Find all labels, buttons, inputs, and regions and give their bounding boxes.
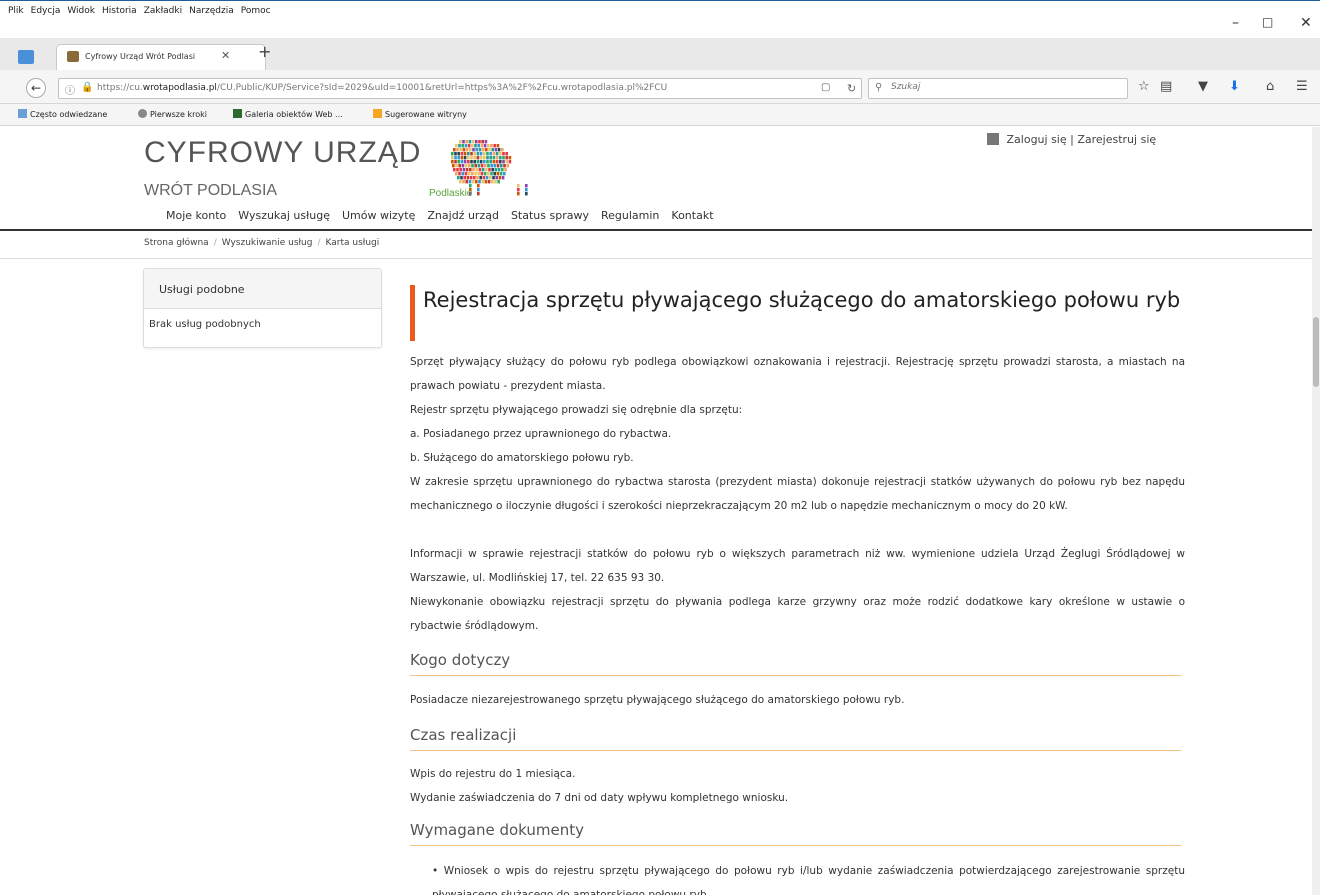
intro-paragraph: b. Służącego do amatorskiego połowu ryb. xyxy=(410,452,634,464)
site-logo-subtitle: WRÓT PODLASIA xyxy=(144,182,278,199)
bookmark-star-icon[interactable]: ☆ xyxy=(1138,79,1150,94)
hamburger-menu-icon[interactable]: ☰ xyxy=(1296,79,1308,94)
search-icon: ⚲ xyxy=(875,82,883,93)
tab-list-icon[interactable] xyxy=(18,50,34,64)
intro-paragraph: a. Posiadanego przez uprawnionego do ryb… xyxy=(410,428,672,440)
url-bar[interactable]: ⓘ 🔒 https://cu.wrotapodlasia.pl/CU.Publi… xyxy=(58,78,862,99)
similar-services-panel: Usługi podobne Brak usług podobnych xyxy=(143,268,382,348)
new-tab-icon[interactable]: + xyxy=(258,42,271,61)
tab-bar: Cyfrowy Urząd Wrót Podlasi ✕ xyxy=(0,38,1320,70)
title-accent-bar xyxy=(410,285,415,341)
menu-list: Plik Edycja Widok Historia Zakładki Narz… xyxy=(8,6,271,16)
login-link[interactable]: Zaloguj się xyxy=(1007,133,1067,146)
clipboard-icon[interactable]: ▤ xyxy=(1160,79,1172,94)
panel-title: Usługi podobne xyxy=(144,269,381,309)
menu-history[interactable]: Historia xyxy=(102,6,137,16)
section-text: Wydanie zaświadczenia do 7 dni od daty w… xyxy=(410,792,789,804)
section-text: Posiadacze niezarejestrowanego sprzętu p… xyxy=(410,694,905,706)
site-logo-title[interactable]: CYFROWY URZĄD xyxy=(144,136,421,170)
lock-icon: 🔒 xyxy=(81,82,94,93)
favicon-icon xyxy=(67,51,79,62)
search-bar[interactable]: ⚲ xyxy=(868,78,1128,99)
close-window-icon[interactable]: ✕ xyxy=(1300,15,1312,31)
pocket-icon[interactable]: ▼ xyxy=(1198,79,1208,94)
back-icon[interactable]: ← xyxy=(26,78,46,98)
home-icon[interactable]: ⌂ xyxy=(1266,79,1274,94)
auth-links: Zaloguj się | Zarejestruj się xyxy=(987,133,1156,146)
nav-contact[interactable]: Kontakt xyxy=(671,209,713,222)
tab-title: Cyfrowy Urząd Wrót Podlasi xyxy=(85,52,196,61)
bookmark-item[interactable]: Pierwsze kroki xyxy=(138,109,207,119)
info-icon[interactable]: ⓘ xyxy=(65,82,75,97)
nav-search-service[interactable]: Wyszukaj usługę xyxy=(238,209,330,222)
user-icon xyxy=(987,133,999,145)
register-link[interactable]: Zarejestruj się xyxy=(1077,133,1156,146)
tab-close-icon[interactable]: ✕ xyxy=(221,49,230,62)
menu-edit[interactable]: Edycja xyxy=(31,6,61,16)
tab-active[interactable]: Cyfrowy Urząd Wrót Podlasi ✕ xyxy=(56,44,266,70)
bookmarks-bar: Często odwiedzane Pierwsze kroki Galeria… xyxy=(0,104,1320,126)
firefox-icon xyxy=(138,109,147,118)
section-heading: Kogo dotyczy xyxy=(410,651,1181,676)
intro-paragraph: Niewykonanie obowiązku rejestracji sprzę… xyxy=(410,596,1185,632)
header-divider xyxy=(0,229,1312,231)
intro-paragraph: Informacji w sprawie rejestracji statków… xyxy=(410,548,1185,584)
bookmark-item[interactable]: Często odwiedzane xyxy=(18,109,107,119)
search-input[interactable] xyxy=(891,82,1111,92)
menu-bar: Plik Edycja Widok Historia Zakładki Narz… xyxy=(0,0,1320,38)
nav-book-visit[interactable]: Umów wizytę xyxy=(342,209,415,222)
breadcrumb-search[interactable]: Wyszukiwanie usług xyxy=(222,238,313,248)
section-heading: Wymagane dokumenty xyxy=(410,821,1181,846)
intro-paragraph: W zakresie sprzętu uprawnionego do rybac… xyxy=(410,476,1185,512)
gallery-icon xyxy=(233,109,242,118)
bookmark-item[interactable]: Galeria obiektów Web ... xyxy=(233,109,343,119)
breadcrumb-divider xyxy=(0,258,1312,259)
folder-icon xyxy=(18,109,27,118)
intro-paragraph: Rejestr sprzętu pływającego prowadzi się… xyxy=(410,404,743,416)
section-text: Wpis do rejestru do 1 miesiąca. xyxy=(410,768,576,780)
page-scrollbar[interactable] xyxy=(1312,127,1320,895)
nav-my-account[interactable]: Moje konto xyxy=(166,209,226,222)
breadcrumb-home[interactable]: Strona główna xyxy=(144,238,209,248)
reader-view-icon[interactable]: ▢ xyxy=(821,82,830,93)
breadcrumb: Strona główna / Wyszukiwanie usług / Karta u… xyxy=(144,238,380,248)
nav-regulations[interactable]: Regulamin xyxy=(601,209,659,222)
nav-case-status[interactable]: Status sprawy xyxy=(511,209,589,222)
bing-icon xyxy=(373,109,382,118)
main-nav: Moje konto Wyszukaj usługę Umów wizytę Z… xyxy=(166,209,714,222)
panel-empty-text: Brak usług podobnych xyxy=(149,319,261,330)
breadcrumb-current: Karta usługi xyxy=(325,238,380,248)
nav-find-office[interactable]: Znajdź urząd xyxy=(427,209,499,222)
bookmark-item[interactable]: Sugerowane witryny xyxy=(373,109,467,119)
maximize-icon[interactable]: □ xyxy=(1262,15,1273,29)
bison-label: Podlaskie xyxy=(429,188,473,199)
document-list-item: • Wniosek o wpis do rejestru sprzętu pły… xyxy=(432,865,1185,895)
minimize-icon[interactable]: – xyxy=(1232,15,1239,31)
reload-icon[interactable]: ↻ xyxy=(847,82,856,95)
menu-bookmarks[interactable]: Zakładki xyxy=(144,6,182,16)
menu-file[interactable]: Plik xyxy=(8,6,24,16)
url-text: https://cu.wrotapodlasia.pl/CU.Public/KU… xyxy=(97,83,668,93)
intro-paragraph: Sprzęt pływający służący do połowu ryb p… xyxy=(410,356,1185,392)
scrollbar-thumb[interactable] xyxy=(1313,317,1319,387)
section-heading: Czas realizacji xyxy=(410,726,1181,751)
menu-tools[interactable]: Narzędzia xyxy=(189,6,234,16)
menu-view[interactable]: Widok xyxy=(67,6,95,16)
download-icon[interactable]: ⬇ xyxy=(1229,79,1240,94)
page-title: Rejestracja sprzętu pływającego służąceg… xyxy=(423,288,1181,312)
menu-help[interactable]: Pomoc xyxy=(241,6,271,16)
auth-separator: | xyxy=(1070,133,1074,146)
